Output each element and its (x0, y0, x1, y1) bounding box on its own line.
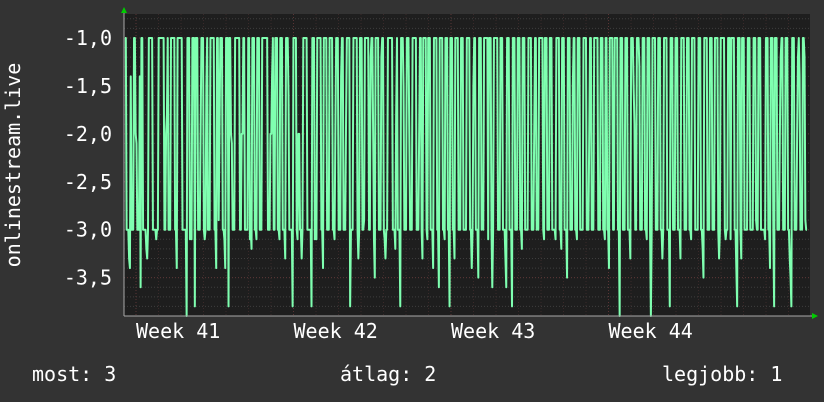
y-tick-label: -1,0 (64, 26, 112, 50)
y-tick-label: -2,5 (64, 170, 112, 194)
y-tick-labels: -1,0 -1,5 -2,0 -2,5 -3,0 -3,5 (64, 26, 112, 290)
y-tick-label: -2,0 (64, 122, 112, 146)
y-axis-label: onlinestream.live (1, 63, 25, 268)
x-tick-label: Week 43 (451, 319, 535, 343)
y-tick-label: -1,5 (64, 74, 112, 98)
x-tick-label: Week 42 (294, 319, 378, 343)
x-tick-labels: Week 41 Week 42 Week 43 Week 44 (136, 319, 693, 343)
stat-average: átlag: 2 (340, 362, 437, 386)
line-chart: -1,0-1,5-2,0-2,5-3,0-3,5 Week 41 Week 42 W… (1, 7, 818, 343)
x-axis-arrow-icon (812, 313, 818, 319)
stat-current: most: 3 (32, 362, 117, 386)
stat-best: legjobb: 1 (662, 362, 783, 386)
y-axis-arrow-icon (121, 7, 127, 13)
x-tick-label: Week 44 (609, 319, 693, 343)
x-tick-label: Week 41 (136, 319, 220, 343)
y-tick-label: -3,5 (64, 266, 112, 290)
y-tick-label: -3,0 (64, 218, 112, 242)
